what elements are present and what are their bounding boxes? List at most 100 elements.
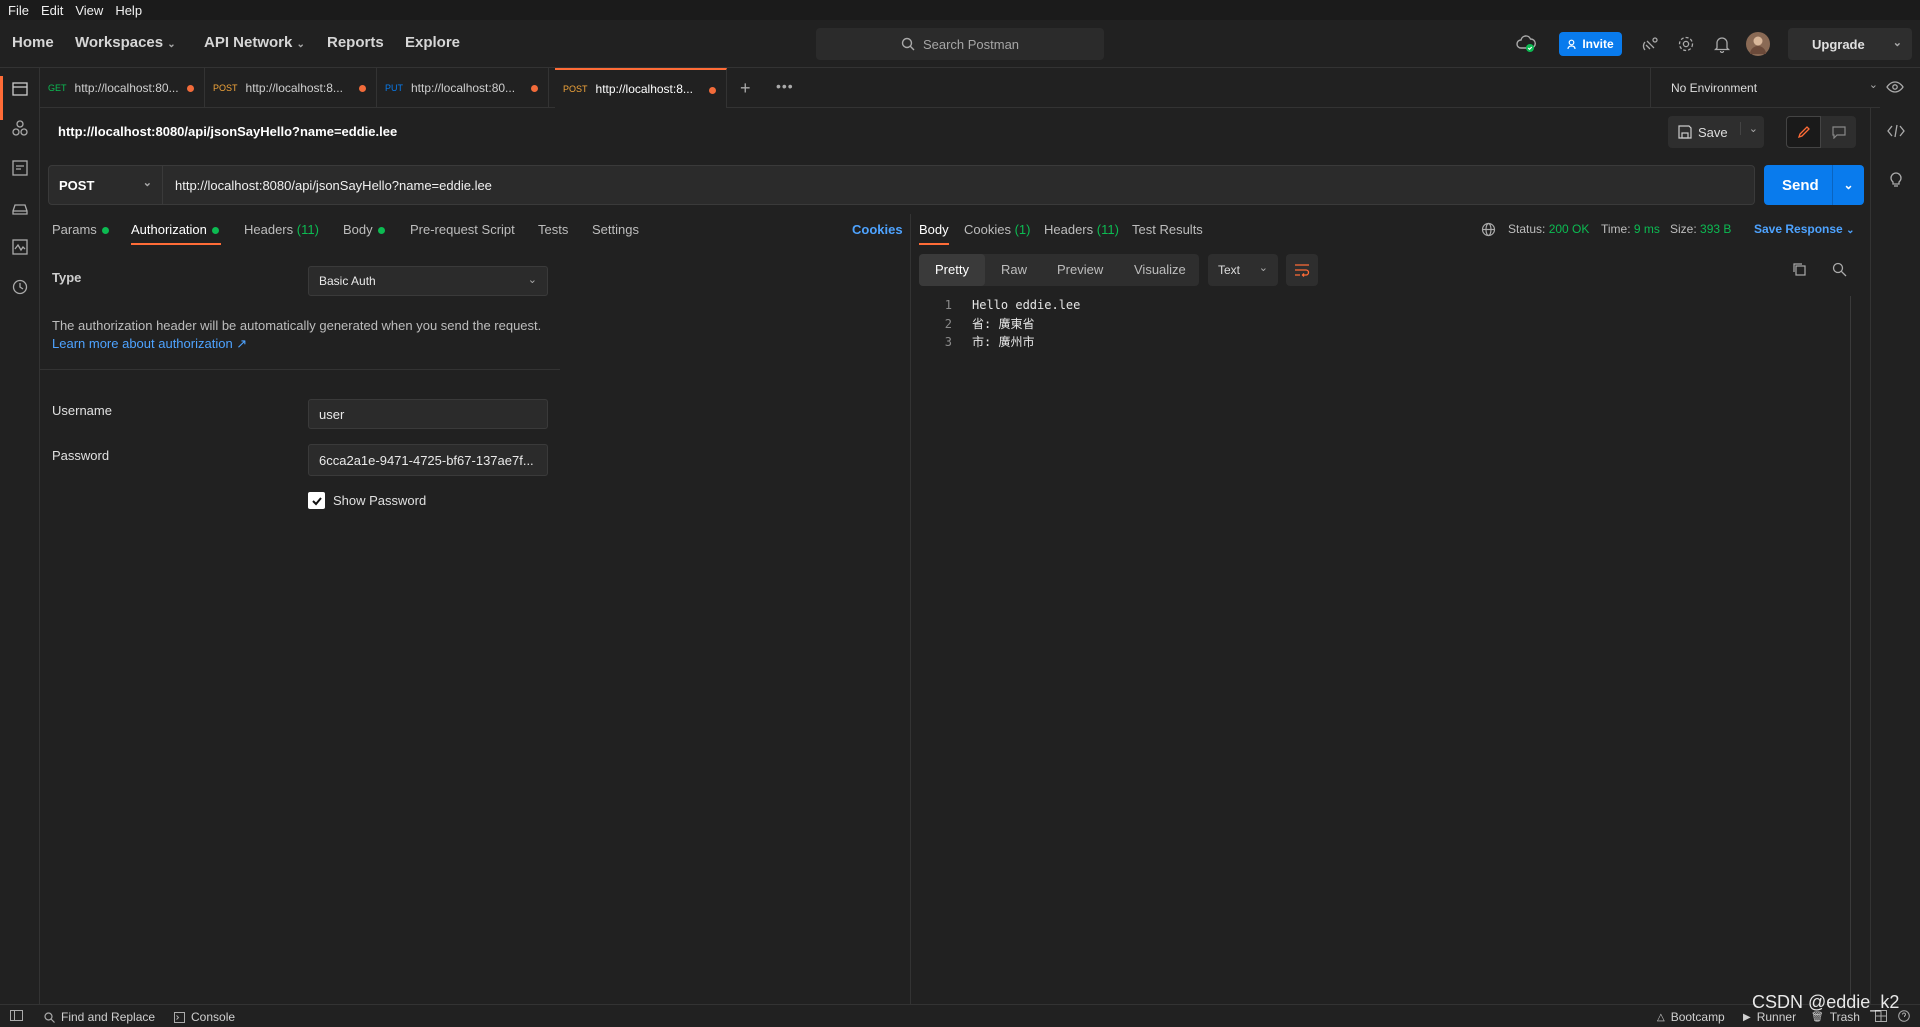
upgrade-button[interactable]: Upgrade ⌄ — [1788, 28, 1912, 60]
search-bar[interactable]: Search Postman — [816, 28, 1104, 60]
copy-icon[interactable] — [1792, 262, 1807, 277]
auth-help-text: The authorization header will be automat… — [52, 318, 542, 333]
apis-icon[interactable] — [11, 119, 29, 137]
send-label: Send — [1782, 176, 1819, 194]
avatar[interactable] — [1746, 32, 1770, 56]
unsaved-dot — [359, 85, 366, 92]
request-title[interactable]: http://localhost:8080/api/jsonSayHello?n… — [58, 124, 397, 139]
tab-pre-request-script[interactable]: Pre-request Script — [410, 222, 515, 237]
history-icon[interactable] — [11, 278, 29, 296]
learn-more-link[interactable]: Learn more about authorization ↗ — [52, 335, 552, 353]
bell-icon[interactable] — [1711, 33, 1733, 55]
auth-type-select[interactable]: Basic Auth ⌄ — [308, 266, 548, 296]
collections-icon[interactable] — [11, 80, 29, 98]
settings-gear-icon[interactable] — [1675, 33, 1697, 55]
menu-file[interactable]: File — [2, 3, 35, 18]
active-indicator — [0, 76, 3, 120]
view-tab-visualize[interactable]: Visualize — [1134, 262, 1186, 277]
resp-tab-body[interactable]: Body — [919, 222, 949, 245]
request-tab[interactable]: PUT http://localhost:80... — [377, 68, 549, 108]
toggle-sidebar-icon[interactable] — [10, 1010, 23, 1021]
password-field[interactable]: 6cca2a1e-9471-4725-bf67-137ae7f... — [308, 444, 548, 476]
auth-type-label: Type — [52, 270, 82, 285]
mock-servers-icon[interactable] — [11, 199, 29, 217]
code-icon[interactable] — [1887, 124, 1905, 138]
request-tab-active[interactable]: POST http://localhost:8... — [555, 68, 727, 108]
environments-icon[interactable] — [11, 159, 29, 177]
active-tab-underline — [131, 243, 221, 245]
resp-tab-headers[interactable]: Headers (11) — [1044, 222, 1119, 237]
tab-authorization[interactable]: Authorization — [131, 222, 221, 245]
save-response-button[interactable]: Save Response ⌄ — [1754, 222, 1854, 236]
nav-workspaces[interactable]: Workspaces ⌄ — [75, 34, 176, 51]
request-tab[interactable]: GET http://localhost:80... — [40, 68, 205, 108]
chevron-down-icon: ⌄ — [167, 39, 176, 50]
chevron-down-icon[interactable]: ⌄ — [1739, 122, 1758, 135]
menu-edit[interactable]: Edit — [35, 3, 69, 18]
username-field[interactable]: user — [308, 399, 548, 429]
console-button[interactable]: Console — [174, 1010, 235, 1024]
size-value: 393 B — [1700, 222, 1732, 236]
save-button[interactable]: Save ⌄ — [1668, 116, 1764, 148]
help-icon[interactable] — [1898, 1010, 1910, 1022]
bootcamp-button[interactable]: △ Bootcamp — [1657, 1010, 1725, 1024]
nav-api-network[interactable]: API Network ⌄ — [204, 34, 305, 51]
tab-method: GET — [48, 83, 67, 93]
tab-headers[interactable]: Headers (11) — [244, 222, 319, 237]
request-tab[interactable]: POST http://localhost:8... — [205, 68, 377, 108]
method-select[interactable]: POST ⌄ — [48, 165, 163, 205]
menu-help[interactable]: Help — [109, 3, 148, 18]
sync-cloud-icon[interactable] — [1515, 33, 1537, 55]
code-line: 1 Hello eddie.lee — [930, 296, 1081, 315]
response-body[interactable]: 1 Hello eddie.lee 2 省: 廣東省 3 市: 廣州市 — [930, 296, 1081, 352]
tab-authorization-label: Authorization — [131, 222, 207, 237]
view-tab-raw[interactable]: Raw — [1001, 262, 1027, 277]
search-icon[interactable] — [1832, 262, 1847, 277]
url-input[interactable]: http://localhost:8080/api/jsonSayHello?n… — [163, 165, 1755, 205]
edit-mode-button[interactable] — [1786, 116, 1821, 148]
wrap-lines-button[interactable] — [1286, 254, 1318, 286]
save-icon — [1678, 125, 1692, 139]
invite-button[interactable]: Invite — [1559, 32, 1622, 56]
nav-explore[interactable]: Explore — [405, 34, 460, 51]
resp-tab-test-results[interactable]: Test Results — [1132, 222, 1203, 237]
status-value: 200 OK — [1548, 222, 1590, 236]
tab-tests[interactable]: Tests — [538, 222, 568, 237]
satellite-icon[interactable] — [1640, 33, 1662, 55]
tab-params[interactable]: Params — [52, 222, 109, 237]
eye-icon[interactable] — [1886, 80, 1904, 94]
status-info[interactable]: Status: 200 OK — [1508, 222, 1589, 236]
environment-selector[interactable]: No Environment ⌄ — [1650, 68, 1880, 108]
view-tab-preview[interactable]: Preview — [1057, 262, 1103, 277]
tab-body[interactable]: Body — [343, 222, 385, 237]
send-options-chevron-icon[interactable]: ⌄ — [1832, 165, 1864, 205]
tab-settings[interactable]: Settings — [592, 222, 639, 237]
resp-headers-count: (11) — [1096, 222, 1119, 237]
search-icon — [44, 1011, 55, 1023]
cookies-link[interactable]: Cookies — [852, 222, 903, 237]
format-select[interactable]: Text ⌄ — [1208, 254, 1278, 286]
size-info[interactable]: Size: 393 B — [1670, 222, 1731, 236]
runner-icon: ▶ — [1743, 1011, 1751, 1023]
tab-url: http://localhost:80... — [411, 81, 516, 95]
pane-divider[interactable] — [910, 214, 911, 1004]
new-tab-plus-icon[interactable]: + — [740, 78, 751, 99]
nav-reports[interactable]: Reports — [327, 34, 384, 51]
globe-icon[interactable] — [1481, 222, 1496, 237]
menu-view[interactable]: View — [69, 3, 109, 18]
find-replace-button[interactable]: Find and Replace — [44, 1010, 155, 1024]
code-line: 3 市: 廣州市 — [930, 333, 1080, 352]
monitors-icon[interactable] — [11, 238, 29, 256]
view-tab-pretty[interactable]: Pretty — [935, 262, 969, 277]
more-tabs-icon[interactable]: ••• — [776, 78, 794, 94]
nav-home[interactable]: Home — [12, 34, 54, 51]
send-button[interactable]: Send ⌄ — [1764, 165, 1864, 205]
wrap-lines-icon — [1295, 264, 1310, 277]
resp-tab-cookies[interactable]: Cookies (1) — [964, 222, 1030, 237]
tab-method: PUT — [385, 83, 403, 93]
time-info[interactable]: Time: 9 ms — [1601, 222, 1660, 236]
scrollbar-track[interactable] — [1850, 296, 1851, 996]
show-password-checkbox[interactable] — [308, 492, 325, 509]
lightbulb-icon[interactable] — [1889, 170, 1903, 188]
comments-mode-button[interactable] — [1821, 116, 1856, 148]
